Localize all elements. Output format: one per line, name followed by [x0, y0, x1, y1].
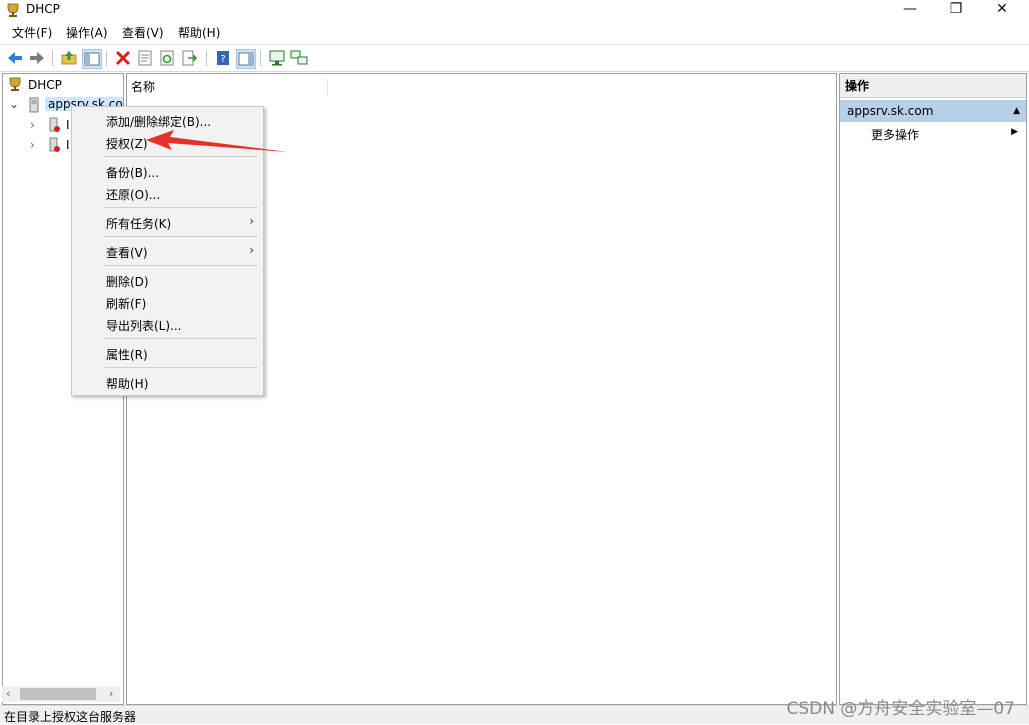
scroll-right-icon[interactable]: ›	[109, 686, 113, 702]
actions-section-header[interactable]: appsrv.sk.com ▲	[840, 100, 1026, 122]
menu-view[interactable]: 查看(V)	[122, 24, 164, 41]
forward-arrow-icon[interactable]	[28, 49, 46, 67]
menu-delete[interactable]: 删除(D)	[106, 273, 149, 290]
toolbar: ?	[0, 44, 1029, 72]
actions-title: 操作	[840, 74, 1026, 98]
show-hide-action-pane-icon[interactable]	[236, 49, 256, 69]
menu-all-tasks[interactable]: 所有任务(K)	[106, 215, 171, 232]
title-bar: DHCP — ❐ ✕	[0, 0, 1029, 20]
maximize-button[interactable]: ❐	[933, 0, 979, 20]
toolbar-separator	[106, 50, 107, 66]
export-list-icon[interactable]	[180, 49, 198, 67]
minimize-button[interactable]: —	[887, 0, 933, 20]
menu-separator	[104, 236, 258, 237]
menu-help[interactable]: 帮助(H)	[106, 375, 148, 392]
menu-separator	[104, 367, 258, 368]
status-text: 在目录上授权这台服务器	[4, 710, 137, 724]
submenu-chevron-icon: ›	[249, 243, 254, 257]
annotation-arrow-icon	[146, 130, 288, 152]
tree-child-ipv6[interactable]: I	[66, 138, 70, 152]
expand-chevron-right-icon[interactable]: ›	[30, 118, 35, 132]
menu-properties[interactable]: 属性(R)	[106, 346, 148, 363]
expand-chevron-down-icon[interactable]: ⌄	[9, 97, 19, 111]
server-monitor-icon[interactable]	[268, 49, 286, 67]
delete-icon[interactable]	[114, 49, 132, 67]
toolbar-separator	[52, 50, 53, 66]
ipv4-server-icon	[49, 117, 60, 132]
menu-backup[interactable]: 备份(B)...	[106, 164, 159, 181]
scroll-thumb[interactable]	[20, 688, 96, 700]
actions-section-label: appsrv.sk.com	[847, 104, 934, 118]
submenu-chevron-icon: ›	[249, 214, 254, 228]
submenu-arrow-icon: ▶	[1011, 127, 1018, 137]
dhcp-trophy-icon	[9, 77, 21, 91]
watermark: CSDN @方舟安全实验室—07	[786, 699, 1015, 719]
show-hide-console-tree-icon[interactable]	[82, 49, 102, 69]
tree-horizontal-scrollbar[interactable]: ‹ ›	[2, 686, 120, 702]
network-computers-icon[interactable]	[290, 49, 308, 67]
tree-root-dhcp[interactable]: DHCP	[28, 78, 62, 92]
menu-file[interactable]: 文件(F)	[12, 24, 52, 41]
help-icon[interactable]: ?	[214, 49, 232, 67]
ipv6-server-icon	[49, 137, 60, 152]
column-header-name[interactable]: 名称	[131, 78, 328, 96]
menu-separator	[104, 338, 258, 339]
collapse-up-icon[interactable]: ▲	[1013, 100, 1020, 122]
properties-icon[interactable]	[136, 49, 154, 67]
scroll-left-icon[interactable]: ‹	[6, 686, 10, 702]
menu-action[interactable]: 操作(A)	[66, 24, 108, 41]
tree-child-ipv4[interactable]: I	[66, 118, 70, 132]
up-folder-icon[interactable]	[60, 49, 78, 67]
server-icon	[29, 97, 39, 113]
menu-view[interactable]: 查看(V)	[106, 244, 148, 261]
menu-bar: 文件(F) 操作(A) 查看(V) 帮助(H)	[0, 22, 1029, 42]
menu-export-list[interactable]: 导出列表(L)...	[106, 317, 182, 334]
window-title: DHCP	[26, 2, 60, 16]
menu-refresh[interactable]: 刷新(F)	[106, 295, 146, 312]
dhcp-app-icon	[7, 3, 19, 17]
expand-chevron-right-icon[interactable]: ›	[30, 138, 35, 152]
actions-pane: 操作 appsrv.sk.com ▲ 更多操作 ▶	[839, 73, 1027, 705]
menu-separator	[104, 265, 258, 266]
svg-text:?: ?	[220, 54, 225, 65]
close-button[interactable]: ✕	[979, 0, 1025, 20]
toolbar-separator	[206, 50, 207, 66]
refresh-icon[interactable]	[158, 49, 176, 67]
menu-help[interactable]: 帮助(H)	[178, 24, 220, 41]
toolbar-separator	[260, 50, 261, 66]
back-arrow-icon[interactable]	[6, 49, 24, 67]
menu-separator	[104, 207, 258, 208]
more-actions-item[interactable]: 更多操作	[871, 126, 919, 143]
menu-restore[interactable]: 还原(O)...	[106, 186, 160, 203]
